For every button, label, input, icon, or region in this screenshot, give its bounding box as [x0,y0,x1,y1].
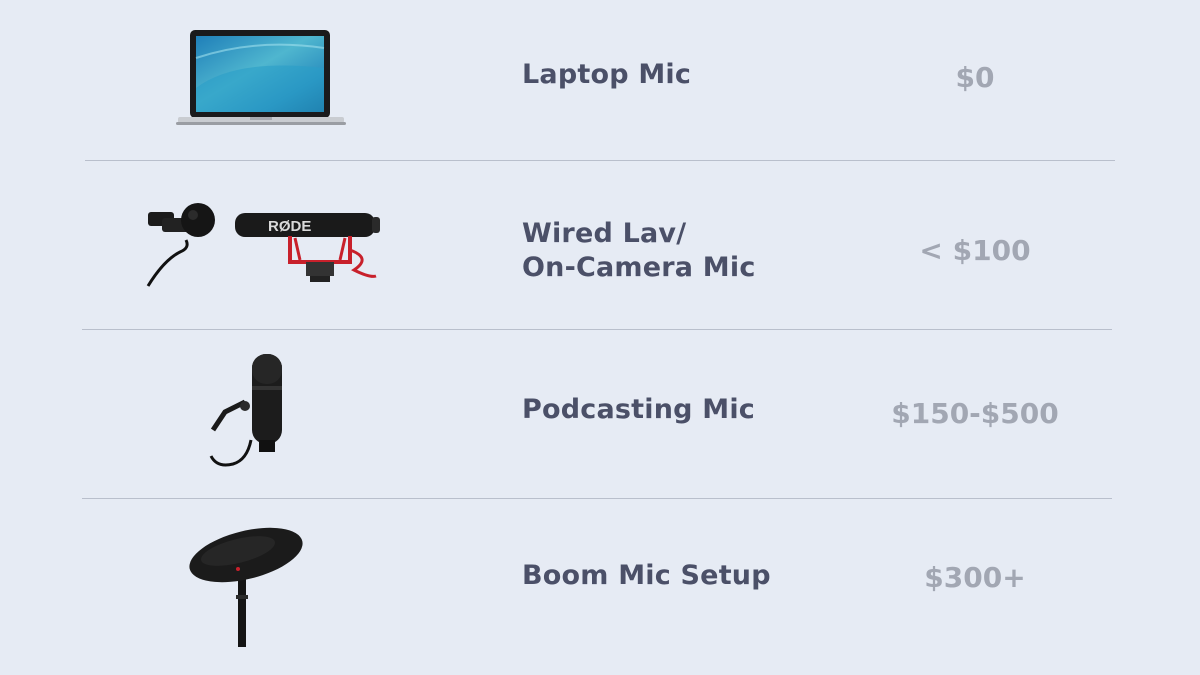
boom-mic-icon [186,523,311,647]
option-label-line-1: Wired Lav/ [522,218,687,249]
option-label: Podcasting Mic [522,394,755,425]
podcast-mic-icon [205,350,295,476]
option-label: Laptop Mic [522,59,692,90]
option-label: Wired Lav/ On-Camera Mic [522,217,756,285]
option-price: $300+ [924,561,1026,594]
option-label-line-2: On-Camera Mic [522,252,756,283]
option-label: Boom Mic Setup [522,560,771,591]
mic-option-wired-lav: RØDE Wired Lav/ On-Camera Mic < $100 [0,160,1200,330]
mic-option-boom: Boom Mic Setup $300+ [0,499,1200,675]
option-price: $150-$500 [891,397,1059,430]
option-price: $0 [955,61,995,94]
mic-option-laptop: Laptop Mic $0 [0,0,1200,160]
mic-option-podcasting: Podcasting Mic $150-$500 [0,330,1200,498]
laptop-icon [176,28,346,128]
option-price: < $100 [919,234,1031,267]
brand-logo-text: RØDE [268,218,311,235]
lav-and-shotgun-mic-icon: RØDE [140,200,390,295]
